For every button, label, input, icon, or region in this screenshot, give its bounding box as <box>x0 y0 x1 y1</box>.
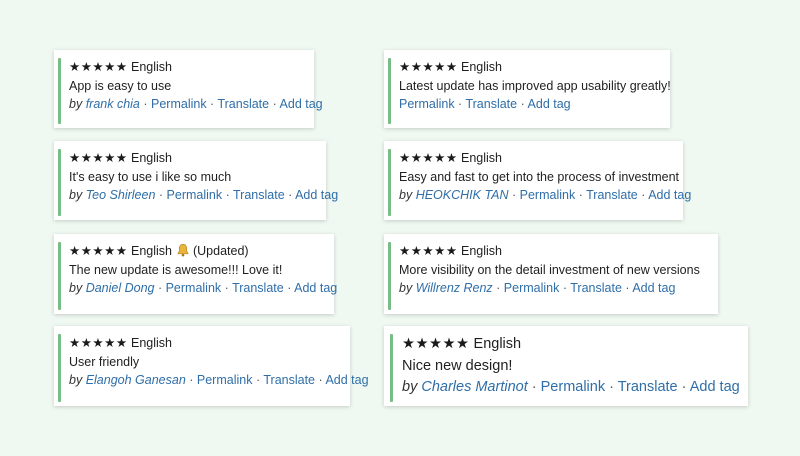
review-text: Easy and fast to get into the process of… <box>399 169 680 184</box>
by-label: by <box>69 188 83 202</box>
separator: · <box>492 281 504 295</box>
review-text: More visibility on the detail investment… <box>399 262 700 277</box>
add-tag-link[interactable]: Add tag <box>325 373 368 387</box>
translate-link[interactable]: Translate <box>570 281 622 295</box>
separator: · <box>527 379 541 395</box>
permalink-link[interactable]: Permalink <box>151 97 207 111</box>
separator: · <box>621 281 633 295</box>
separator: · <box>284 188 296 202</box>
separator: · <box>206 97 218 111</box>
author-link[interactable]: Willrenz Renz <box>416 281 493 295</box>
permalink-link[interactable]: Permalink <box>197 373 253 387</box>
review-card: ★★★★★ English Latest update has improved… <box>384 50 671 128</box>
author-link[interactable]: Teo Shirleen <box>86 188 156 202</box>
review-language: English <box>461 60 503 74</box>
review-card: ★★★★★ English More visibility on the det… <box>384 234 718 314</box>
review-text: Nice new design! <box>402 357 513 374</box>
by-label: by <box>399 281 413 295</box>
separator: · <box>454 97 466 111</box>
separator: · <box>637 188 649 202</box>
review-card: ★★★★★ English App is easy to use by fran… <box>54 50 323 128</box>
separator: · <box>283 281 295 295</box>
review-text: Latest update has improved app usability… <box>399 78 671 93</box>
star-rating: ★★★★★ <box>69 244 128 258</box>
star-rating: ★★★★★ <box>69 336 128 350</box>
separator: · <box>139 97 151 111</box>
permalink-link[interactable]: Permalink <box>399 97 455 111</box>
star-rating: ★★★★★ <box>399 60 458 74</box>
translate-link[interactable]: Translate <box>217 97 269 111</box>
review-language: English <box>473 336 522 352</box>
add-tag-link[interactable]: Add tag <box>648 188 691 202</box>
review-card: ★★★★★ English Easy and fast to get into … <box>384 141 691 220</box>
review-text: It's easy to use i like so much <box>69 169 232 184</box>
author-link[interactable]: HEOKCHIK TAN <box>416 188 509 202</box>
separator: · <box>269 97 280 111</box>
add-tag-link[interactable]: Add tag <box>690 379 740 395</box>
translate-link[interactable]: Translate <box>465 97 517 111</box>
author-link[interactable]: Elangoh Ganesan <box>86 373 186 387</box>
by-label: by <box>69 281 83 295</box>
star-rating: ★★★★★ <box>69 151 128 165</box>
separator: · <box>154 281 166 295</box>
star-rating: ★★★★★ <box>69 60 128 74</box>
translate-link[interactable]: Translate <box>233 188 285 202</box>
translate-link[interactable]: Translate <box>618 379 678 395</box>
star-rating: ★★★★★ <box>399 151 458 165</box>
add-tag-link[interactable]: Add tag <box>295 188 338 202</box>
separator: · <box>155 188 167 202</box>
add-tag-link[interactable]: Add tag <box>528 97 571 111</box>
star-rating: ★★★★★ <box>399 244 458 258</box>
separator: · <box>605 379 618 395</box>
separator: · <box>559 281 571 295</box>
separator: · <box>517 97 528 111</box>
separator: · <box>252 373 264 387</box>
review-text: User friendly <box>69 354 140 369</box>
review-language: English <box>131 60 173 74</box>
author-link[interactable]: Charles Martinot <box>421 379 527 395</box>
add-tag-link[interactable]: Add tag <box>294 281 337 295</box>
separator: · <box>508 188 520 202</box>
separator: · <box>185 373 197 387</box>
permalink-link[interactable]: Permalink <box>520 188 576 202</box>
review-language: English <box>131 336 173 350</box>
review-language: English <box>461 244 503 258</box>
by-label: by <box>69 97 83 111</box>
by-label: by <box>399 188 413 202</box>
review-text: App is easy to use <box>69 78 172 93</box>
separator: · <box>221 281 233 295</box>
review-language: English <box>461 151 503 165</box>
separator: · <box>315 373 326 387</box>
separator: · <box>575 188 587 202</box>
add-tag-link[interactable]: Add tag <box>280 97 323 111</box>
translate-link[interactable]: Translate <box>232 281 284 295</box>
updated-label: (Updated) <box>192 244 249 258</box>
translate-link[interactable]: Translate <box>586 188 638 202</box>
permalink-link[interactable]: Permalink <box>541 379 605 395</box>
review-card: ★★★★★ English It's easy to use i like so… <box>54 141 338 220</box>
review-card: ★★★★★ English (Updated) The new update i… <box>54 234 337 314</box>
permalink-link[interactable]: Permalink <box>167 188 223 202</box>
author-link[interactable]: frank chia <box>86 97 140 111</box>
separator: · <box>677 379 690 395</box>
review-card: ★★★★★ English Nice new design! by Charle… <box>384 326 748 406</box>
by-label: by <box>402 379 418 395</box>
star-rating: ★★★★★ <box>402 336 470 352</box>
by-label: by <box>69 373 83 387</box>
review-text: The new update is awesome!!! Love it! <box>69 262 283 277</box>
add-tag-link[interactable]: Add tag <box>632 281 675 295</box>
translate-link[interactable]: Translate <box>263 373 315 387</box>
review-language: English <box>131 244 173 258</box>
permalink-link[interactable]: Permalink <box>166 281 222 295</box>
author-link[interactable]: Daniel Dong <box>86 281 155 295</box>
review-card: ★★★★★ English User friendly by Elangoh G… <box>54 326 369 406</box>
review-language: English <box>131 151 173 165</box>
permalink-link[interactable]: Permalink <box>504 281 560 295</box>
bell-icon <box>177 244 188 257</box>
separator: · <box>222 188 233 202</box>
